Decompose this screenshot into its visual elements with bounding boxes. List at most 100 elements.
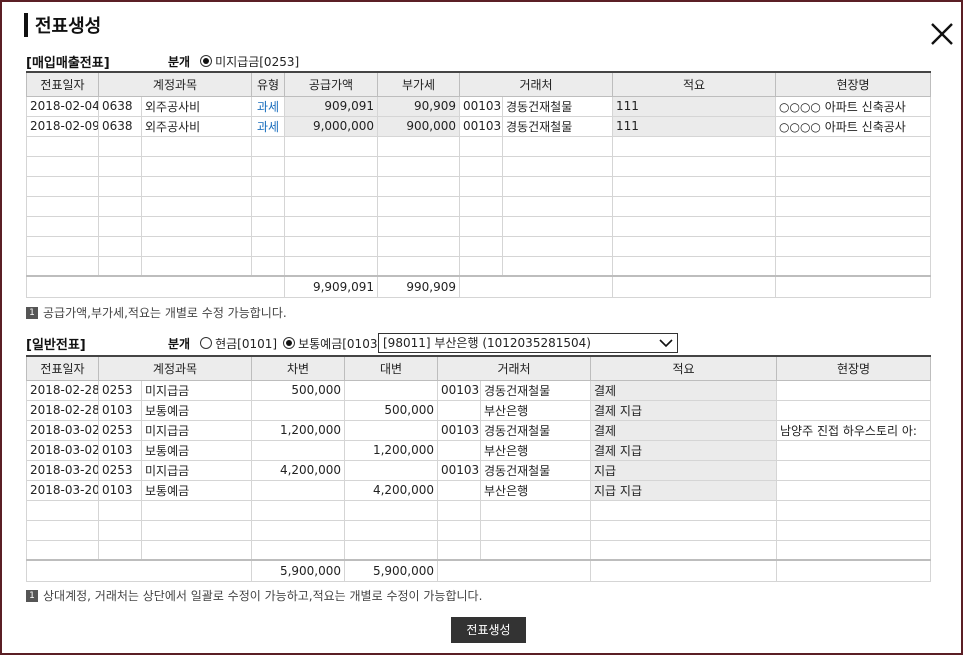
cell-debit bbox=[251, 519, 346, 541]
cell-credit bbox=[344, 519, 439, 541]
cell-empty bbox=[437, 559, 592, 582]
cell-site bbox=[775, 215, 932, 237]
cell-account-code bbox=[98, 519, 142, 541]
cell-vat[interactable]: 900,000 bbox=[377, 115, 461, 137]
radio-deposit[interactable]: 보통예금[0103] bbox=[283, 335, 382, 352]
cell-site bbox=[775, 135, 932, 157]
create-voucher-button[interactable]: 전표생성 bbox=[451, 617, 526, 643]
cell-vendor-name: 부산은행 bbox=[480, 439, 592, 461]
table-row: 2018-03-02 0103 보통예금 1,200,000 부산은행 결제 지급 bbox=[26, 439, 932, 461]
radio-cash[interactable]: 현금[0101] bbox=[200, 335, 277, 352]
cell-vendor-name bbox=[480, 499, 592, 521]
cell-empty bbox=[590, 559, 778, 582]
col-date: 전표일자 bbox=[26, 355, 99, 381]
radio-unpaid[interactable]: 미지급금[0253] bbox=[200, 53, 299, 70]
cell-memo[interactable]: 결제 지급 bbox=[590, 399, 778, 421]
cell-type[interactable]: 과세 bbox=[251, 95, 286, 117]
cell-memo[interactable]: 지급 bbox=[590, 459, 778, 481]
general-note: 1 상대계정, 거래처는 상단에서 일괄로 수정이 가능하고,적요는 개별로 수… bbox=[26, 587, 482, 604]
table-row: 2018-03-20 0253 미지급금 4,200,000 00103 경동건재철물 지급 bbox=[26, 459, 932, 481]
general-note-text: 상대계정, 거래처는 상단에서 일괄로 수정이 가능하고,적요는 개별로 수정이… bbox=[43, 589, 483, 603]
cell-date bbox=[26, 135, 99, 157]
bank-account-value: [98011] 부산은행 (1012035281504) bbox=[383, 336, 591, 350]
cell-supply[interactable]: 9,000,000 bbox=[284, 115, 379, 137]
total-debit: 5,900,000 bbox=[251, 559, 346, 582]
col-memo: 적요 bbox=[590, 355, 778, 381]
cell-credit bbox=[344, 459, 439, 481]
dialog-title: 전표생성 bbox=[35, 16, 102, 37]
cell-vendor-name bbox=[502, 135, 614, 157]
bank-account-select[interactable]: [98011] 부산은행 (1012035281504) bbox=[378, 333, 678, 353]
cell-memo[interactable]: 111 bbox=[612, 115, 777, 137]
total-row: 9,909,091 990,909 bbox=[25, 275, 932, 298]
cell-vat bbox=[377, 155, 461, 177]
cell-vendor-code bbox=[437, 439, 482, 461]
radio-dot bbox=[200, 337, 213, 349]
cell-credit bbox=[344, 379, 439, 401]
col-account: 계정과목 bbox=[97, 355, 253, 381]
radio-unpaid-label: 미지급금[0253] bbox=[215, 54, 300, 69]
cell-date bbox=[26, 539, 99, 561]
cell-date bbox=[26, 155, 99, 177]
radio-cash-label: 현금[0101] bbox=[215, 336, 278, 351]
cell-account-code bbox=[98, 215, 142, 237]
total-credit: 5,900,000 bbox=[344, 559, 439, 582]
cell-account-name bbox=[140, 539, 253, 561]
cell-empty bbox=[775, 275, 932, 298]
cell-empty bbox=[25, 275, 286, 298]
cell-account-name bbox=[140, 255, 253, 277]
table-row: 2018-02-09 0638 외주공사비 과세 9,000,000 900,000 001… bbox=[26, 115, 932, 137]
note-badge: 1 bbox=[26, 306, 38, 319]
cell-supply bbox=[284, 135, 379, 157]
cell-memo[interactable]: 결제 bbox=[590, 379, 778, 401]
cell-vendor-name bbox=[480, 539, 592, 561]
cell-credit bbox=[344, 419, 439, 441]
cell-memo[interactable]: 지급 지급 bbox=[590, 479, 778, 501]
cell-date: 2018-02-09 bbox=[26, 115, 99, 137]
cell-supply bbox=[284, 195, 379, 217]
cell-vendor-code bbox=[459, 175, 504, 197]
cell-vendor-code: 00103 bbox=[437, 379, 482, 401]
cell-debit: 1,200,000 bbox=[251, 419, 346, 441]
cell-supply[interactable]: 909,091 bbox=[284, 95, 379, 117]
cell-account-code bbox=[98, 255, 142, 277]
cell-memo[interactable]: 111 bbox=[612, 95, 777, 117]
table-row bbox=[26, 175, 932, 197]
cell-vat[interactable]: 90,909 bbox=[377, 95, 461, 117]
col-vendor: 거래처 bbox=[437, 355, 592, 381]
cell-site bbox=[776, 499, 932, 521]
cell-memo bbox=[612, 195, 777, 217]
col-site: 현장명 bbox=[776, 355, 932, 381]
cell-vendor-name: 부산은행 bbox=[480, 399, 592, 421]
purchase-note-text: 공급가액,부가세,적요는 개별로 수정 가능합니다. bbox=[43, 306, 287, 320]
purchase-note: 1 공급가액,부가세,적요는 개별로 수정 가능합니다. bbox=[26, 304, 287, 321]
cell-type[interactable]: 과세 bbox=[251, 115, 286, 137]
cell-site bbox=[776, 379, 932, 401]
cell-vendor-code bbox=[459, 155, 504, 177]
cell-credit bbox=[344, 539, 439, 561]
cell-account-name: 미지급금 bbox=[140, 419, 253, 441]
col-debit: 차변 bbox=[251, 355, 346, 381]
dialog-header: 전표생성 bbox=[24, 13, 101, 37]
cell-supply bbox=[284, 235, 379, 257]
cell-vendor-code bbox=[459, 235, 504, 257]
cell-site: ○○○○ 아파트 신축공사 bbox=[775, 95, 932, 117]
cell-memo[interactable]: 결제 bbox=[590, 419, 778, 441]
cell-vendor-code bbox=[459, 135, 504, 157]
cell-date bbox=[26, 195, 99, 217]
cell-site bbox=[775, 155, 932, 177]
table-row bbox=[26, 195, 932, 217]
cell-account-code: 0638 bbox=[98, 115, 142, 137]
col-memo: 적요 bbox=[612, 71, 777, 97]
cell-account-name: 미지급금 bbox=[140, 459, 253, 481]
purchase-table: 전표일자 계정과목 유형 공급가액 부가세 거래처 적요 현장명 2018-02… bbox=[25, 71, 932, 298]
cell-account-name: 보통예금 bbox=[140, 399, 253, 421]
cell-vat bbox=[377, 195, 461, 217]
cell-vendor-name: 경동건재철물 bbox=[502, 115, 614, 137]
cell-account-code bbox=[98, 499, 142, 521]
cell-supply bbox=[284, 215, 379, 237]
cell-memo[interactable]: 결제 지급 bbox=[590, 439, 778, 461]
cell-account-name bbox=[140, 195, 253, 217]
cell-site bbox=[776, 479, 932, 501]
close-button[interactable] bbox=[928, 20, 956, 48]
